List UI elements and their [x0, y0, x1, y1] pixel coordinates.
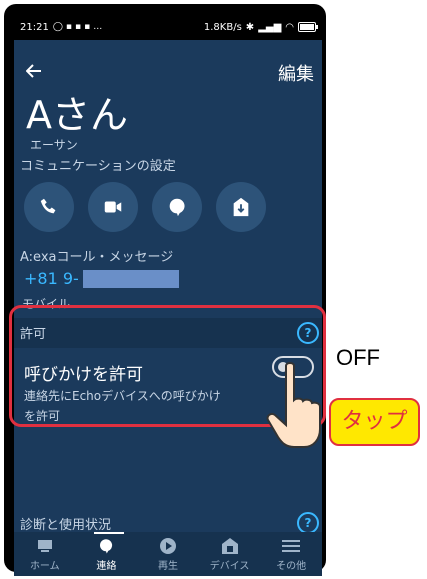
chat-icon — [97, 537, 115, 555]
message-icon — [169, 198, 185, 217]
play-icon — [159, 537, 177, 555]
contact-name: Aさん — [26, 93, 128, 137]
notification-icon: ▪ — [75, 22, 82, 32]
phone-number[interactable]: +81 9- — [24, 269, 179, 288]
status-time: 21:21 — [20, 21, 49, 33]
bottom-nav: ホーム 連絡 再生 デバイス その他 — [14, 532, 322, 576]
status-bar: 21:21 ◯ ▪ ▪ ▪ … 1.8KB/s ✱ ▂▄▆ ◠ — [14, 14, 322, 40]
notification-icon: ◯ — [52, 22, 63, 32]
communication-settings-label: コミュニケーションの設定 — [20, 159, 176, 174]
nav-devices[interactable]: デバイス — [199, 532, 261, 576]
status-right: 1.8KB/s ✱ ▂▄▆ ◠ — [203, 21, 318, 33]
more-icon: … — [93, 22, 103, 32]
video-call-button[interactable] — [88, 182, 138, 232]
arrow-left-icon — [25, 64, 41, 78]
edit-button[interactable]: 編集 — [278, 60, 314, 86]
notification-icons: ◯ ▪ ▪ ▪ … — [53, 22, 102, 32]
phone-icon — [40, 198, 56, 214]
drop-in-icon — [233, 197, 249, 217]
nav-communicate-label: 連絡 — [96, 560, 117, 572]
drop-in-button[interactable] — [216, 182, 266, 232]
pointing-hand-icon — [266, 362, 321, 448]
nav-active-indicator — [94, 532, 124, 534]
nav-home[interactable]: ホーム — [14, 532, 76, 576]
video-icon — [104, 201, 122, 213]
alexa-call-label: A:exaコール・メッセージ — [20, 250, 174, 265]
back-button[interactable] — [25, 62, 42, 83]
app-screen: 21:21 ◯ ▪ ▪ ▪ … 1.8KB/s ✱ ▂▄▆ ◠ 編集 Aさん エ… — [14, 14, 322, 576]
net-speed: 1.8KB/s — [203, 21, 242, 33]
phone-frame: 21:21 ◯ ▪ ▪ ▪ … 1.8KB/s ✱ ▂▄▆ ◠ 編集 Aさん エ… — [4, 4, 326, 576]
nav-play[interactable]: 再生 — [137, 532, 199, 576]
home-icon — [36, 537, 54, 555]
action-buttons — [24, 182, 266, 232]
notification-icon: ▪ — [84, 22, 91, 32]
help-icon[interactable]: ? — [297, 512, 319, 534]
nav-more[interactable]: その他 — [260, 532, 322, 576]
contact-kana: エーサン — [30, 138, 78, 152]
device-icon — [221, 537, 239, 555]
signal-icon: ▂▄▆ — [258, 21, 282, 33]
tap-annotation: タップ — [329, 398, 420, 446]
phone-number-prefix: +81 9- — [24, 269, 79, 288]
off-annotation: OFF — [336, 345, 380, 370]
wifi-icon: ◠ — [285, 21, 294, 33]
battery-icon — [298, 22, 318, 32]
diagnostics-title: 診断と使用状況 — [20, 518, 112, 533]
nav-communicate[interactable]: 連絡 — [76, 532, 138, 576]
message-button[interactable] — [152, 182, 202, 232]
notification-icon: ▪ — [65, 22, 73, 32]
nav-play-label: 再生 — [157, 560, 178, 572]
nav-devices-label: デバイス — [209, 560, 250, 572]
phone-number-mask — [82, 269, 179, 288]
call-button[interactable] — [24, 182, 74, 232]
bluetooth-icon: ✱ — [245, 21, 255, 33]
nav-home-label: ホーム — [29, 560, 60, 572]
menu-icon — [282, 537, 301, 555]
nav-more-label: その他 — [276, 560, 307, 572]
